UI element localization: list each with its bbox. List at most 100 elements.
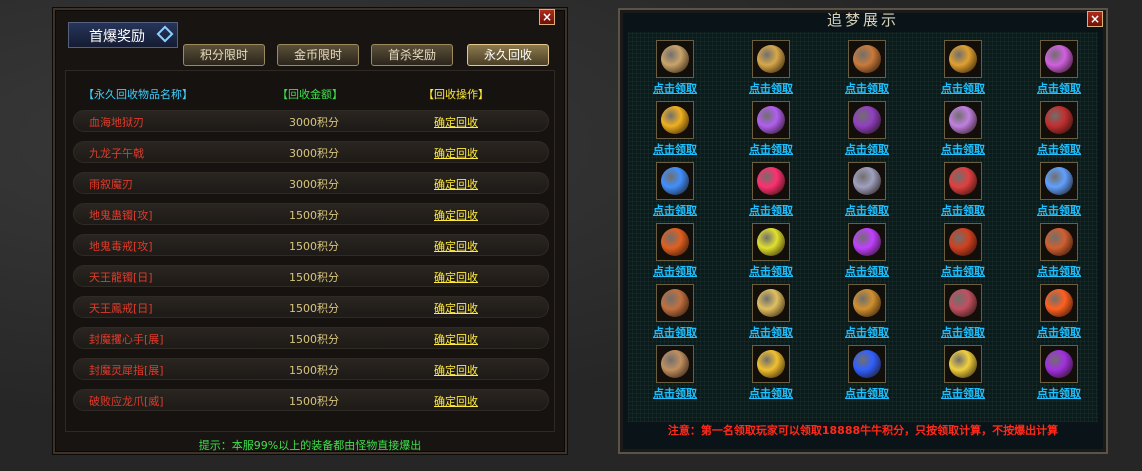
reward-cell: 点击领取 bbox=[918, 160, 1008, 220]
reward-cell: 点击领取 bbox=[822, 160, 912, 220]
diamond-icon bbox=[156, 25, 174, 43]
confirm-recycle-link[interactable]: 确定回收 bbox=[434, 176, 478, 192]
reward-cell: 点击领取 bbox=[630, 343, 720, 403]
item-icon bbox=[1040, 101, 1078, 139]
panel-title: 首爆奖励 bbox=[89, 29, 145, 45]
item-orb bbox=[949, 45, 977, 73]
item-orb bbox=[1045, 289, 1073, 317]
claim-link[interactable]: 点击领取 bbox=[630, 141, 720, 157]
claim-link[interactable]: 点击领取 bbox=[918, 80, 1008, 96]
item-icon bbox=[1040, 162, 1078, 200]
item-icon bbox=[752, 40, 790, 78]
claim-link[interactable]: 点击领取 bbox=[1014, 80, 1104, 96]
item-icon bbox=[944, 284, 982, 322]
item-name: 封魔攫心手[展] bbox=[89, 333, 164, 346]
item-name: 封魔灵犀指[展] bbox=[89, 364, 164, 377]
confirm-recycle-link[interactable]: 确定回收 bbox=[434, 331, 478, 347]
confirm-recycle-link[interactable]: 确定回收 bbox=[434, 300, 478, 316]
item-icon bbox=[944, 40, 982, 78]
claim-link[interactable]: 点击领取 bbox=[822, 141, 912, 157]
header-item-name: 【永久回收物品名称】 bbox=[83, 88, 193, 101]
reward-cell: 点击领取 bbox=[1014, 38, 1104, 98]
item-orb bbox=[1045, 350, 1073, 378]
tab-points-limited[interactable]: 积分限时 bbox=[183, 44, 265, 66]
tab-gold-limited[interactable]: 金币限时 bbox=[277, 44, 359, 66]
tab-first-kill[interactable]: 首杀奖励 bbox=[371, 44, 453, 66]
confirm-recycle-link[interactable]: 确定回收 bbox=[434, 145, 478, 161]
reward-cell: 点击领取 bbox=[822, 221, 912, 281]
claim-link[interactable]: 点击领取 bbox=[822, 324, 912, 340]
claim-link[interactable]: 点击领取 bbox=[918, 385, 1008, 401]
claim-link[interactable]: 点击领取 bbox=[726, 263, 816, 279]
item-icon bbox=[656, 345, 694, 383]
claim-link[interactable]: 点击领取 bbox=[1014, 324, 1104, 340]
table-row: 雨叙魔刃 3000积分 确定回收 bbox=[73, 172, 549, 194]
header-amount: 【回收金额】 bbox=[277, 88, 343, 101]
claim-link[interactable]: 点击领取 bbox=[822, 202, 912, 218]
claim-link[interactable]: 点击领取 bbox=[822, 385, 912, 401]
confirm-recycle-link[interactable]: 确定回收 bbox=[434, 114, 478, 130]
confirm-recycle-link[interactable]: 确定回收 bbox=[434, 362, 478, 378]
claim-link[interactable]: 点击领取 bbox=[918, 141, 1008, 157]
claim-link[interactable]: 点击领取 bbox=[1014, 385, 1104, 401]
item-name: 破败应龙爪[威] bbox=[89, 395, 164, 408]
item-icon bbox=[944, 223, 982, 261]
item-orb bbox=[949, 228, 977, 256]
reward-cell: 点击领取 bbox=[918, 38, 1008, 98]
tab-permanent-recycle[interactable]: 永久回收 bbox=[467, 44, 549, 66]
claim-link[interactable]: 点击领取 bbox=[918, 324, 1008, 340]
claim-link[interactable]: 点击领取 bbox=[1014, 141, 1104, 157]
claim-link[interactable]: 点击领取 bbox=[630, 263, 720, 279]
claim-link[interactable]: 点击领取 bbox=[822, 80, 912, 96]
item-amount: 1500积分 bbox=[289, 395, 339, 408]
confirm-recycle-link[interactable]: 确定回收 bbox=[434, 393, 478, 409]
claim-link[interactable]: 点击领取 bbox=[726, 80, 816, 96]
reward-cell: 点击领取 bbox=[1014, 160, 1104, 220]
confirm-recycle-link[interactable]: 确定回收 bbox=[434, 238, 478, 254]
item-icon bbox=[752, 223, 790, 261]
claim-link[interactable]: 点击领取 bbox=[630, 324, 720, 340]
item-orb bbox=[1045, 106, 1073, 134]
table-row: 地鬼毒戒[攻] 1500积分 确定回收 bbox=[73, 234, 549, 256]
item-orb bbox=[757, 106, 785, 134]
claim-link[interactable]: 点击领取 bbox=[726, 141, 816, 157]
item-name: 地鬼蛊镯[攻] bbox=[89, 209, 153, 222]
item-icon bbox=[1040, 284, 1078, 322]
claim-link[interactable]: 点击领取 bbox=[726, 202, 816, 218]
claim-link[interactable]: 点击领取 bbox=[918, 263, 1008, 279]
item-amount: 1500积分 bbox=[289, 240, 339, 253]
claim-link[interactable]: 点击领取 bbox=[630, 80, 720, 96]
close-button[interactable]: × bbox=[1087, 11, 1103, 27]
claim-link[interactable]: 点击领取 bbox=[918, 202, 1008, 218]
reward-cell: 点击领取 bbox=[726, 160, 816, 220]
reward-cell: 点击领取 bbox=[1014, 221, 1104, 281]
item-icon bbox=[944, 101, 982, 139]
item-icon bbox=[752, 284, 790, 322]
item-orb bbox=[757, 167, 785, 195]
claim-link[interactable]: 点击领取 bbox=[630, 202, 720, 218]
reward-cell: 点击领取 bbox=[726, 221, 816, 281]
table-row: 地鬼蛊镯[攻] 1500积分 确定回收 bbox=[73, 203, 549, 225]
confirm-recycle-link[interactable]: 确定回收 bbox=[434, 207, 478, 223]
item-icon bbox=[848, 284, 886, 322]
tip-text: 提示：本服99%以上的装备都由怪物直接爆出 bbox=[198, 439, 422, 452]
claim-link[interactable]: 点击领取 bbox=[726, 385, 816, 401]
confirm-recycle-link[interactable]: 确定回收 bbox=[434, 269, 478, 285]
item-orb bbox=[757, 289, 785, 317]
item-orb bbox=[853, 106, 881, 134]
table-row: 九龙子午戟 3000积分 确定回收 bbox=[73, 141, 549, 163]
item-orb bbox=[1045, 167, 1073, 195]
close-button[interactable]: × bbox=[539, 9, 555, 25]
claim-link[interactable]: 点击领取 bbox=[630, 385, 720, 401]
item-orb bbox=[661, 167, 689, 195]
claim-link[interactable]: 点击领取 bbox=[726, 324, 816, 340]
claim-link[interactable]: 点击领取 bbox=[1014, 202, 1104, 218]
claim-link[interactable]: 点击领取 bbox=[1014, 263, 1104, 279]
item-icon bbox=[656, 162, 694, 200]
reward-cell: 点击领取 bbox=[1014, 343, 1104, 403]
claim-link[interactable]: 点击领取 bbox=[822, 263, 912, 279]
item-amount: 1500积分 bbox=[289, 333, 339, 346]
item-orb bbox=[949, 167, 977, 195]
reward-cell: 点击领取 bbox=[918, 343, 1008, 403]
item-name: 天王龍镯[日] bbox=[89, 271, 153, 284]
